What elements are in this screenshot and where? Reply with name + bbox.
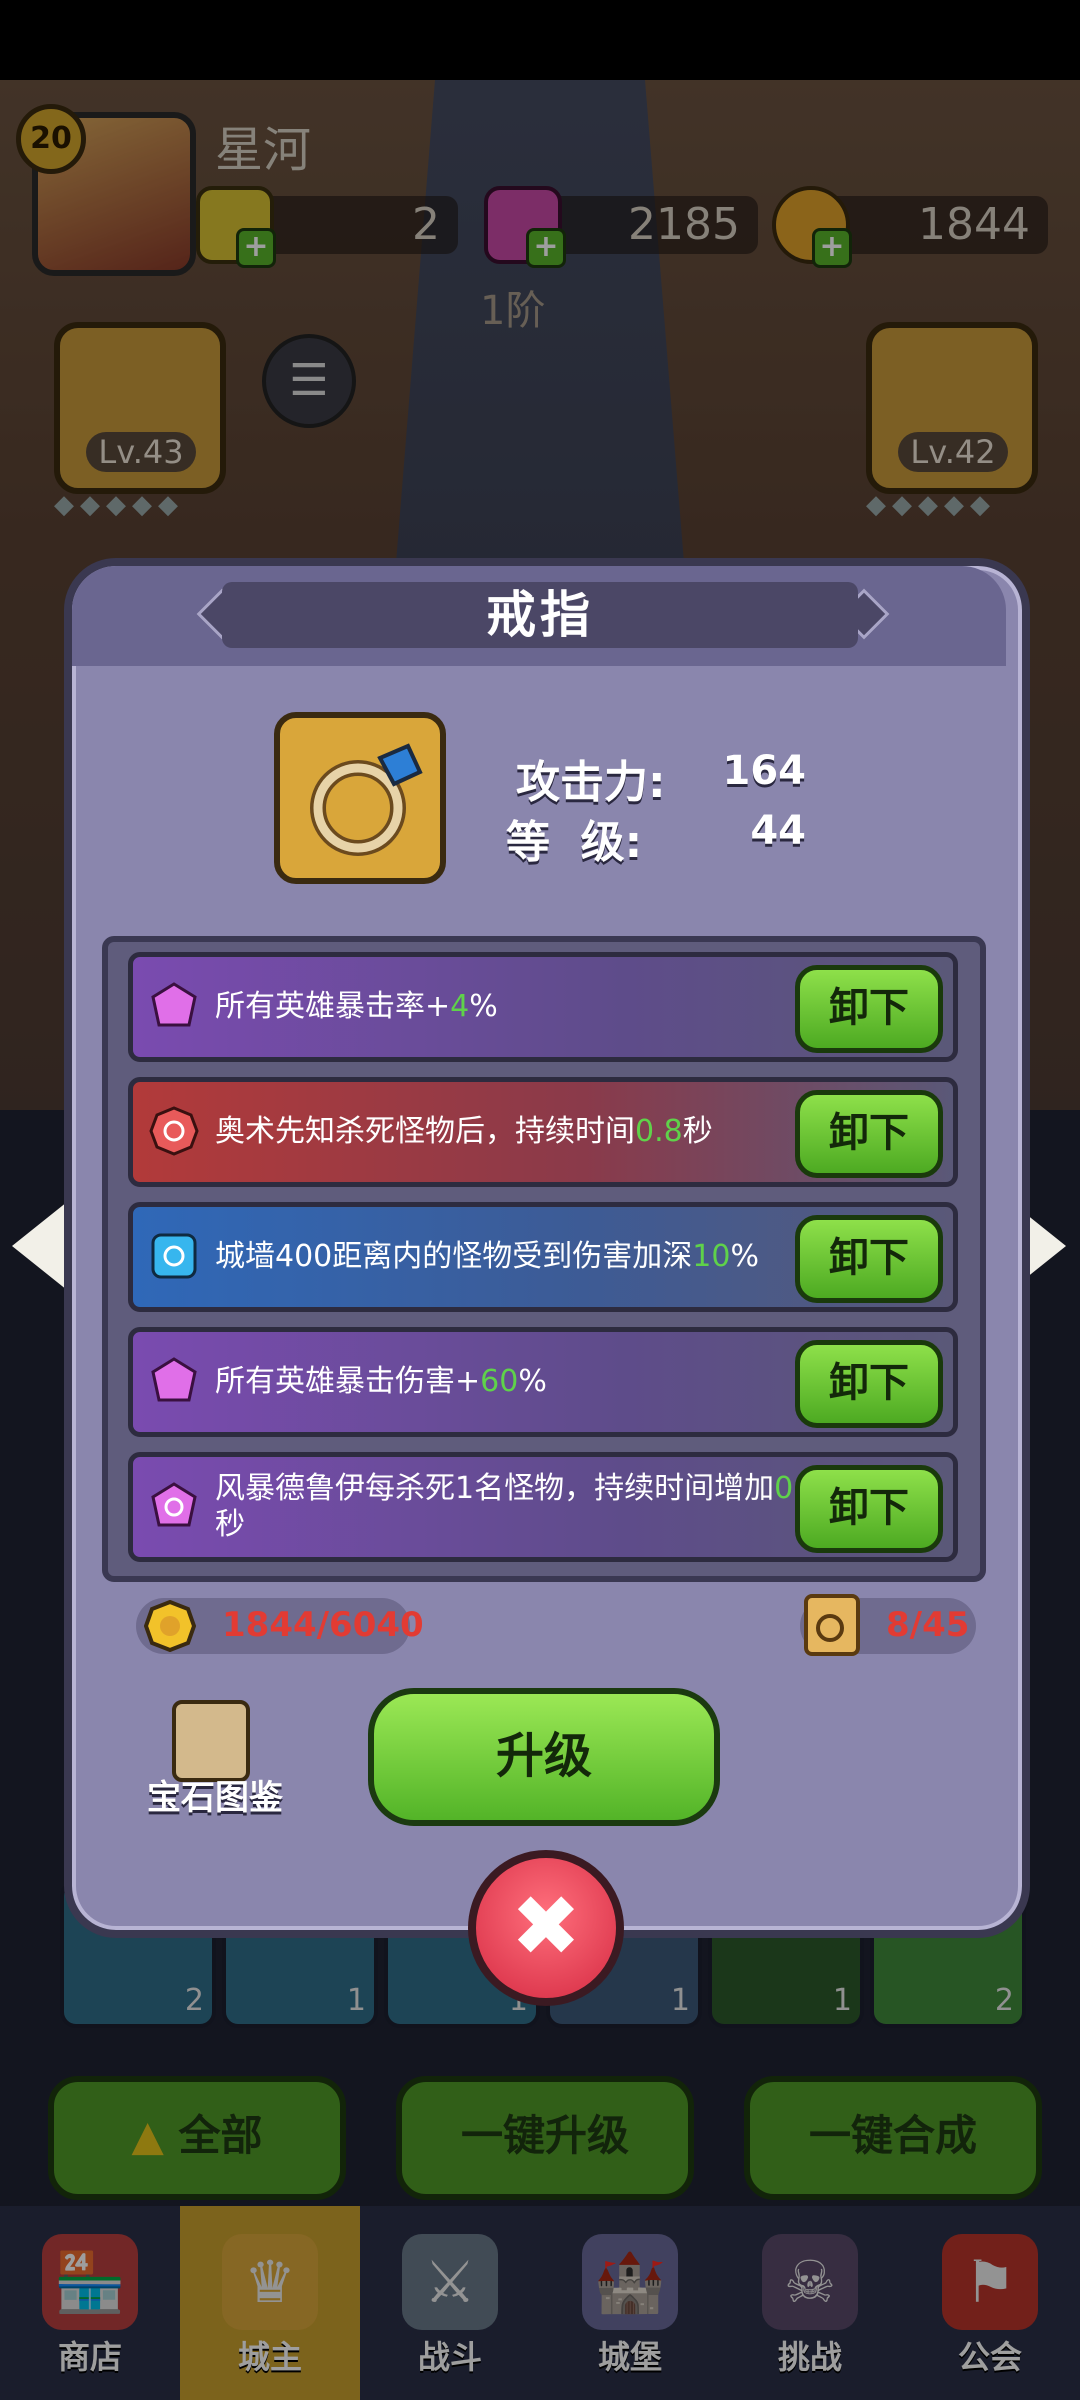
gem-slot-row: 所有英雄暴击伤害+60% 卸下 <box>128 1327 958 1437</box>
gem-effect-text: 所有英雄暴击伤害+60% <box>215 1364 547 1399</box>
gem-slot-row: 风暴德鲁伊每杀死1名怪物，持续时间增加0.3秒 卸下 <box>128 1452 958 1562</box>
attack-value: 164 <box>722 748 807 794</box>
gem-slot-row: 城墙400距离内的怪物受到伤害加深10% 卸下 <box>128 1202 958 1312</box>
gem-effect-text: 风暴德鲁伊每杀死1名怪物，持续时间增加0.3秒 <box>215 1471 822 1542</box>
scroll-cost-pill: 8/45 <box>800 1594 976 1656</box>
coin-cost-pill: 1844/6040 <box>136 1598 424 1654</box>
upgrade-button[interactable]: 升级 <box>368 1688 720 1826</box>
coin-cost: 1844/6040 <box>222 1605 424 1645</box>
gem-slot-row: 所有英雄暴击率+4% 卸下 <box>128 952 958 1062</box>
scroll-cost: 8/45 <box>886 1605 970 1645</box>
attack-label: 攻击力: <box>516 757 666 808</box>
blue-gem-icon <box>151 1233 197 1279</box>
ring-item-frame <box>274 712 446 884</box>
purple-gem-icon <box>151 1357 197 1402</box>
level-value: 44 <box>750 808 806 854</box>
unequip-button[interactable]: 卸下 <box>795 1340 943 1428</box>
gem-effect-text: 城墙400距离内的怪物受到伤害加深10% <box>215 1239 759 1274</box>
purple-gem-icon <box>151 982 197 1027</box>
dialog-title: 戒指 <box>222 582 858 648</box>
ring-scroll-icon <box>804 1594 860 1656</box>
ring-icon <box>310 743 423 856</box>
unequip-button[interactable]: 卸下 <box>795 1465 943 1553</box>
unequip-button[interactable]: 卸下 <box>795 965 943 1053</box>
gem-effect-text: 奥术先知杀死怪物后，持续时间0.8秒 <box>215 1114 713 1149</box>
gem-codex-label[interactable]: 宝石图鉴 <box>140 1770 290 1819</box>
coin-icon <box>144 1600 196 1652</box>
unequip-button[interactable]: 卸下 <box>795 1215 943 1303</box>
gem-effect-text: 所有英雄暴击率+4% <box>215 989 498 1024</box>
purple-gem-icon <box>151 1482 197 1527</box>
previous-item-arrow-icon[interactable] <box>12 1198 72 1294</box>
red-gem-icon <box>149 1106 199 1156</box>
level-label: 等 级: <box>506 817 643 868</box>
unequip-button[interactable]: 卸下 <box>795 1090 943 1178</box>
gem-slot-row: 奥术先知杀死怪物后，持续时间0.8秒 卸下 <box>128 1077 958 1187</box>
close-icon[interactable]: ✖ <box>468 1850 624 2006</box>
